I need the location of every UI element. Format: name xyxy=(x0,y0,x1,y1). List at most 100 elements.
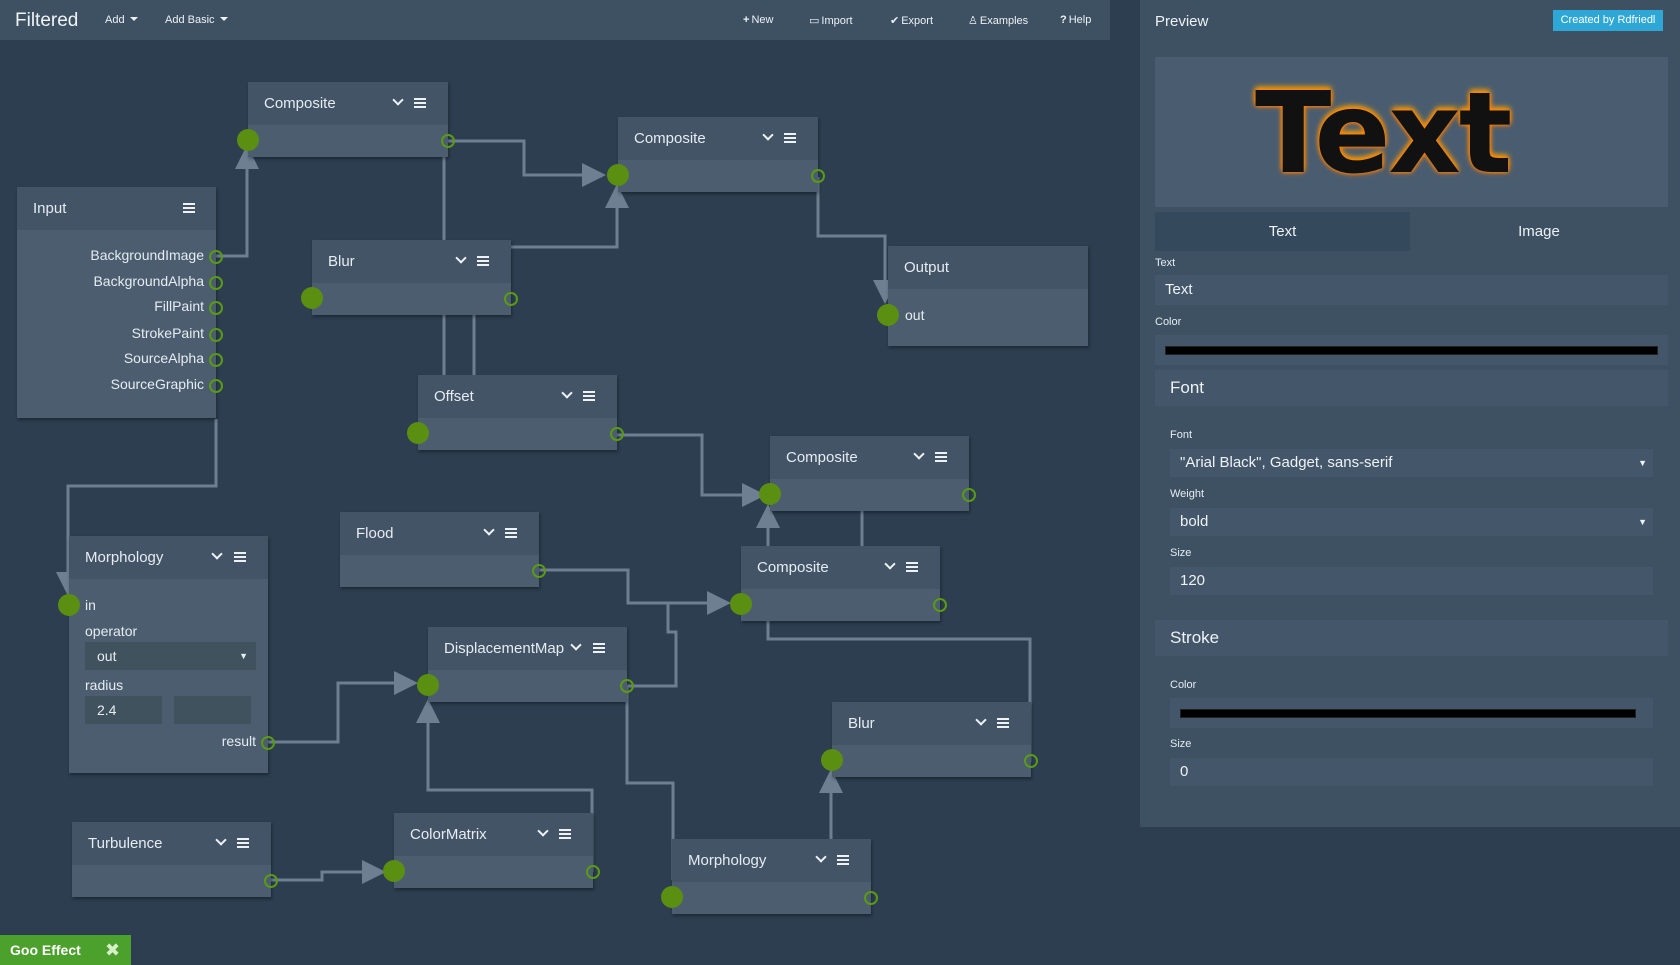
colormatrix-node[interactable]: ColorMatrix xyxy=(383,813,600,888)
menu-icon[interactable] xyxy=(784,133,796,143)
output-port[interactable] xyxy=(209,250,223,264)
menu-icon[interactable] xyxy=(837,855,849,865)
font-select[interactable]: "Arial Black", Gadget, sans-serif ▼ xyxy=(1170,449,1653,477)
goo-effect-tag[interactable]: Goo Effect ✖ xyxy=(0,935,131,965)
menu-icon[interactable] xyxy=(234,552,246,562)
turbulence-node[interactable]: Turbulence xyxy=(72,822,278,897)
output-label-backgroundimage: BackgroundImage xyxy=(90,247,204,263)
input-port[interactable] xyxy=(407,422,429,444)
stroke-color-picker[interactable] xyxy=(1170,698,1653,728)
output-port[interactable] xyxy=(209,328,223,342)
output-port[interactable] xyxy=(933,598,947,612)
text-input[interactable]: Text xyxy=(1155,275,1668,305)
output-port[interactable] xyxy=(441,134,455,148)
output-port[interactable] xyxy=(1024,754,1038,768)
input-port[interactable] xyxy=(821,749,843,771)
input-port[interactable] xyxy=(607,164,629,186)
chevron-down-icon[interactable] xyxy=(536,826,550,840)
text-color-picker[interactable] xyxy=(1155,335,1668,365)
morphology-node[interactable]: Morphology in operator out ▼ radius 2.4 … xyxy=(58,536,275,773)
menu-icon[interactable] xyxy=(477,256,489,266)
port-label-in: in xyxy=(85,597,96,613)
credit-badge[interactable]: Created by Rdfriedl xyxy=(1553,10,1663,31)
chevron-down-icon[interactable] xyxy=(454,253,468,267)
input-port[interactable] xyxy=(661,886,683,908)
menu-icon[interactable] xyxy=(414,98,426,108)
output-node[interactable]: Output out xyxy=(877,246,1088,346)
input-port[interactable] xyxy=(301,287,323,309)
close-icon[interactable]: ✖ xyxy=(105,935,120,965)
blur-node[interactable]: Blur xyxy=(821,702,1038,777)
node-title: ColorMatrix xyxy=(410,826,487,843)
input-port[interactable] xyxy=(417,674,439,696)
chevron-down-icon[interactable] xyxy=(391,95,405,109)
output-port[interactable] xyxy=(209,379,223,393)
font-size-input[interactable]: 120 xyxy=(1170,567,1653,595)
blur-node[interactable]: Blur xyxy=(301,240,518,315)
morphology-node[interactable]: Morphology xyxy=(661,839,878,914)
weight-select[interactable]: bold ▼ xyxy=(1170,508,1653,536)
radius-y-input[interactable] xyxy=(174,696,251,724)
displacementmap-node[interactable]: DisplacementMap xyxy=(417,627,634,702)
menu-icon[interactable] xyxy=(906,562,918,572)
output-port[interactable] xyxy=(261,736,275,750)
input-port[interactable] xyxy=(237,129,259,151)
input-port[interactable] xyxy=(730,593,752,615)
operator-select[interactable]: out ▼ xyxy=(85,642,256,670)
wire xyxy=(625,686,675,880)
composite-node[interactable]: Composite xyxy=(607,117,825,192)
menu-icon[interactable] xyxy=(559,829,571,839)
output-port[interactable] xyxy=(209,353,223,367)
chevron-down-icon[interactable] xyxy=(814,852,828,866)
font-section-header[interactable]: Font xyxy=(1155,370,1668,406)
wire xyxy=(268,671,418,744)
composite-node[interactable]: Composite xyxy=(237,82,455,157)
preview-title: Preview xyxy=(1155,13,1209,30)
menu-icon[interactable] xyxy=(935,452,947,462)
input-port[interactable] xyxy=(877,304,899,326)
stroke-size-input[interactable]: 0 xyxy=(1170,758,1653,786)
weight-field-label: Weight xyxy=(1170,488,1205,500)
menu-icon[interactable] xyxy=(583,391,595,401)
menu-icon[interactable] xyxy=(183,203,195,213)
menu-icon[interactable] xyxy=(593,643,605,653)
stroke-section-header[interactable]: Stroke xyxy=(1155,620,1668,656)
tab-image[interactable]: Image xyxy=(1410,212,1668,251)
output-port[interactable] xyxy=(209,301,223,315)
chevron-down-icon[interactable] xyxy=(883,559,897,573)
radius-x-input[interactable]: 2.4 xyxy=(85,696,162,724)
offset-node[interactable]: Offset xyxy=(407,375,624,450)
chevron-down-icon[interactable] xyxy=(482,525,496,539)
output-port[interactable] xyxy=(532,564,546,578)
output-port[interactable] xyxy=(620,679,634,693)
menu-icon[interactable] xyxy=(997,718,1009,728)
input-port[interactable] xyxy=(383,860,405,882)
output-port[interactable] xyxy=(811,169,825,183)
chevron-down-icon[interactable] xyxy=(761,130,775,144)
chevron-down-icon[interactable] xyxy=(569,640,583,654)
input-port[interactable] xyxy=(759,483,781,505)
node-title: Composite xyxy=(264,95,336,112)
dropdown-arrow-icon: ▼ xyxy=(1638,458,1647,468)
flood-node[interactable]: Flood xyxy=(340,512,546,587)
composite-node[interactable]: Composite xyxy=(730,546,947,621)
output-port[interactable] xyxy=(864,891,878,905)
chevron-down-icon[interactable] xyxy=(912,449,926,463)
text-field-label: Text xyxy=(1155,257,1176,269)
input-node[interactable]: Input BackgroundImage BackgroundAlpha Fi… xyxy=(17,187,223,418)
output-port[interactable] xyxy=(209,276,223,290)
output-port[interactable] xyxy=(610,427,624,441)
output-port[interactable] xyxy=(962,488,976,502)
chevron-down-icon[interactable] xyxy=(210,549,224,563)
tab-text[interactable]: Text xyxy=(1155,212,1410,251)
chevron-down-icon[interactable] xyxy=(560,388,574,402)
output-port[interactable] xyxy=(264,874,278,888)
composite-node[interactable]: Composite xyxy=(759,436,976,511)
chevron-down-icon[interactable] xyxy=(214,835,228,849)
input-port[interactable] xyxy=(58,594,80,616)
menu-icon[interactable] xyxy=(505,528,517,538)
chevron-down-icon[interactable] xyxy=(974,715,988,729)
menu-icon[interactable] xyxy=(237,838,249,848)
output-port[interactable] xyxy=(504,292,518,306)
output-port[interactable] xyxy=(586,865,600,879)
